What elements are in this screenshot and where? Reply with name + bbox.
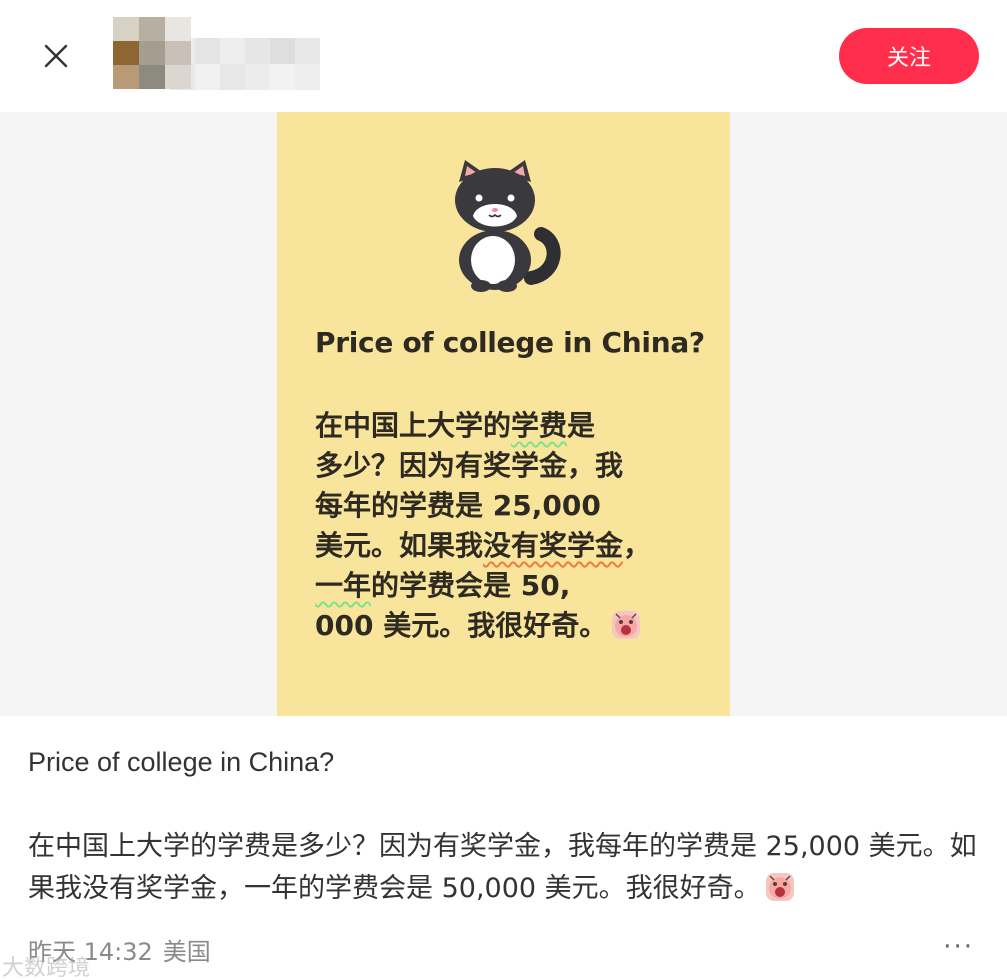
watermark: 大数跨境 [2,956,91,980]
poster-line-4: 美元。如果我没有奖学金， [315,529,652,562]
post-location: 美国 [162,938,211,966]
poster-line-6: 000 美元。我很好奇。 [315,606,695,646]
avatar[interactable] [113,17,191,89]
post-header: 关注 [0,0,1007,112]
highlight-mark: 没有奖学金 [483,529,624,562]
post-meta: 昨天 14:32 美国 [28,932,978,967]
close-icon [44,44,68,68]
poster-title: Price of college in China? [315,326,705,359]
highlight-mark: 一年 [315,569,372,602]
close-button[interactable] [38,38,74,74]
post-footer: 昨天 14:32 美国 ··· [28,932,978,972]
poster-line-6-text: 000 美元。我很好奇。 [315,609,608,642]
more-button[interactable]: ··· [943,932,974,962]
poster-line-2: 多少？因为有奖学金，我 [315,449,624,482]
post-body: 在中国上大学的学费是多少？因为有奖学金，我每年的学费是 25,000 美元。如果… [28,826,988,910]
post-body-text: 在中国上大学的学费是多少？因为有奖学金，我每年的学费是 25,000 美元。如果… [28,831,977,904]
post-content: Price of college in China? 在中国上大学的学费是多少？… [28,742,988,910]
screaming-face-icon [765,873,794,901]
cat-icon [455,160,561,292]
follow-button[interactable]: 关注 [839,28,979,84]
post-media[interactable]: Price of college in China? 在中国上大学的学费是 多少… [0,112,1007,716]
post-title: Price of college in China? [28,747,335,777]
poster-line-1: 在中国上大学的学费是 [315,409,596,442]
poster-line-5: 一年的学费会是 50, [315,569,571,602]
screaming-face-icon [612,611,641,639]
poster-line-3: 每年的学费是 25,000 [315,489,601,522]
post-image[interactable]: Price of college in China? 在中国上大学的学费是 多少… [277,112,730,716]
poster-text: 在中国上大学的学费是 多少？因为有奖学金，我 每年的学费是 25,000 美元。… [315,406,695,646]
highlight-mark: 学费 [511,409,568,442]
